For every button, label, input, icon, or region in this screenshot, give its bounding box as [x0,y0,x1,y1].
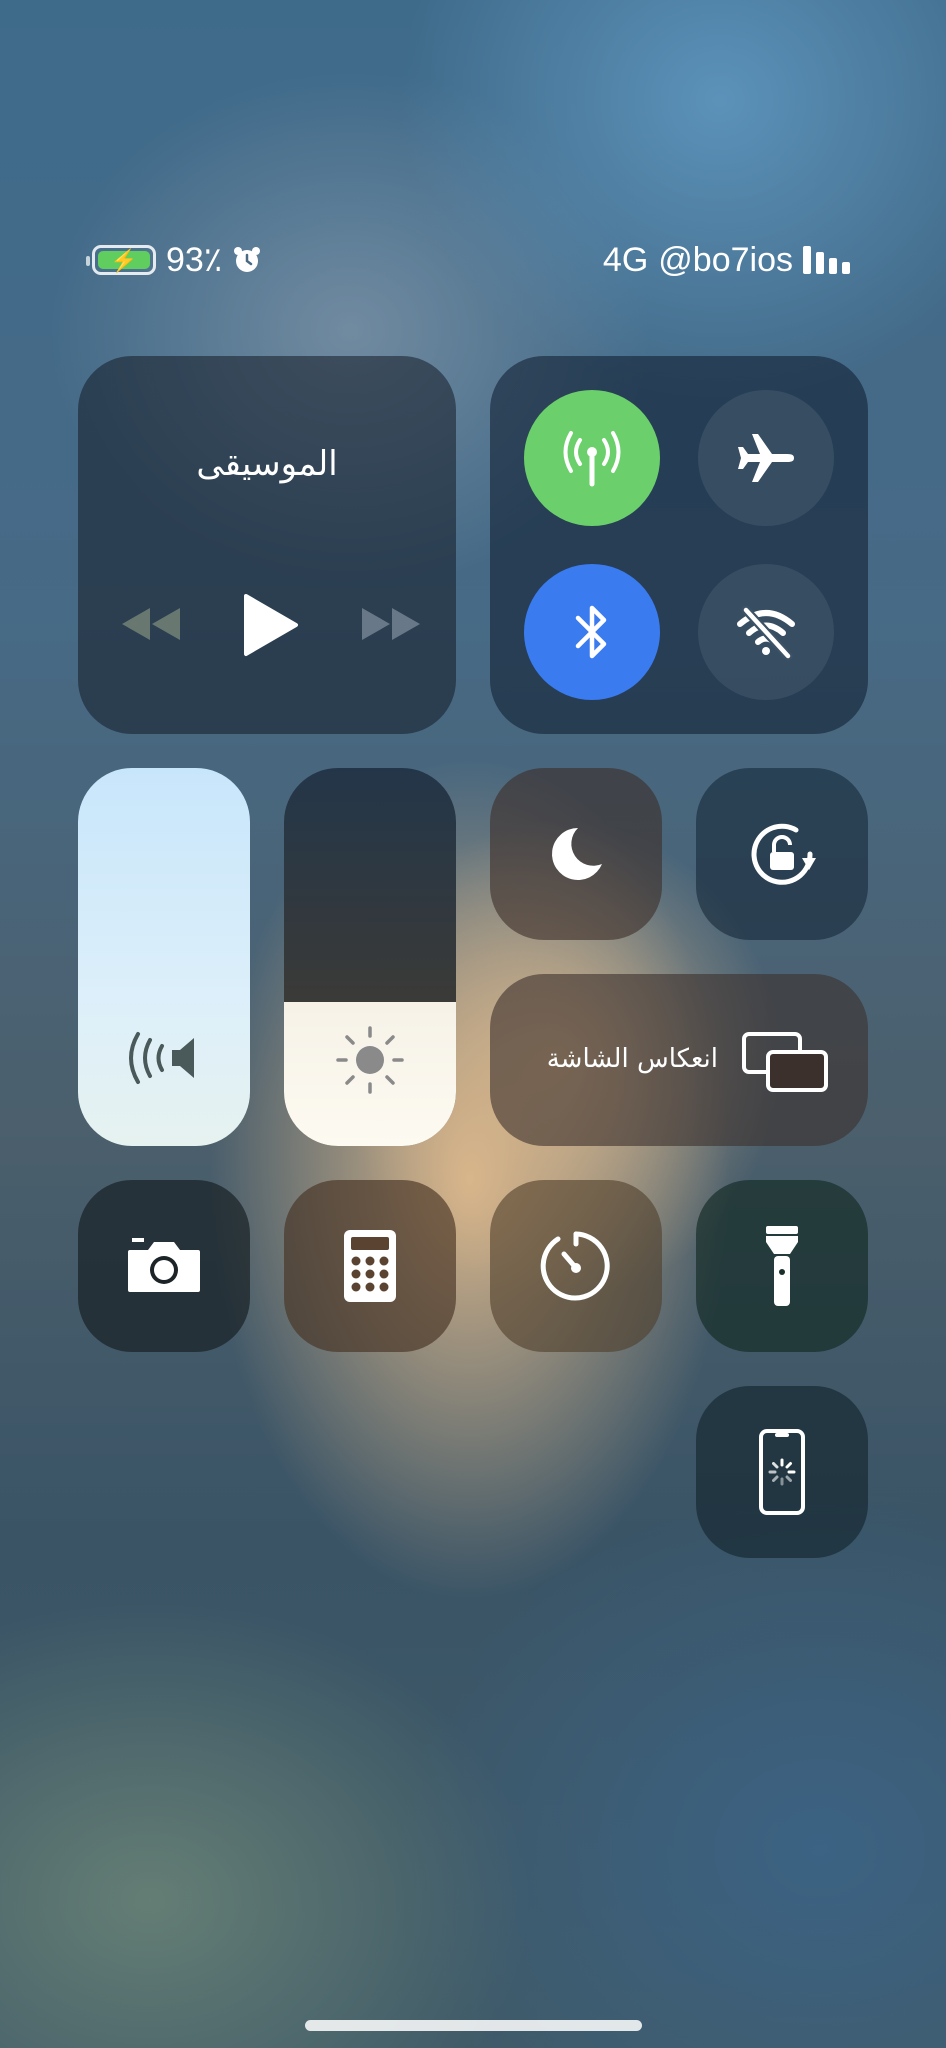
connectivity-tile [490,356,868,734]
calculator-button[interactable] [284,1180,456,1352]
brightness-slider[interactable] [284,768,456,1146]
carrier-name: @bo7ios [658,240,793,279]
moon-icon [552,828,602,880]
forward-icon[interactable] [358,604,424,644]
battery-percent: 93٪ [166,241,223,279]
wifi-toggle[interactable] [698,564,834,700]
home-indicator[interactable] [305,2020,642,2031]
cellular-data-toggle[interactable] [524,390,660,526]
volume-slider[interactable] [78,768,250,1146]
screen-mirroring-label: انعكاس الشاشة [546,1044,718,1074]
calculator-icon [344,1230,396,1302]
bluetooth-toggle[interactable] [524,564,660,700]
flashlight-button[interactable] [696,1180,868,1352]
battery-icon: ⚡ [86,245,156,275]
screen-recording-icon [759,1429,805,1515]
screen-mirroring-icon [742,1032,828,1092]
cellular-antenna-icon [563,431,621,487]
play-icon[interactable] [242,592,300,658]
sun-icon [336,1026,404,1094]
timer-icon [540,1231,610,1301]
airplane-mode-toggle[interactable] [698,390,834,526]
flashlight-icon [766,1226,798,1306]
status-bar-right: 4G @bo7ios [603,232,850,288]
signal-strength-icon [803,246,850,274]
backward-icon[interactable] [118,604,184,644]
network-type: 4G [602,240,649,279]
music-player-tile[interactable]: الموسيقى [78,356,456,734]
wifi-off-icon [737,605,795,661]
screen-mirroring-button[interactable]: انعكاس الشاشة [490,974,868,1146]
timer-button[interactable] [490,1180,662,1352]
speaker-volume-icon [129,1032,194,1084]
status-bar-left: ⚡ 93٪ [86,232,262,288]
camera-icon [128,1238,200,1292]
alarm-icon [234,247,261,272]
rotation-lock-icon [751,823,816,885]
bluetooth-icon [575,605,607,659]
screen-recording-button[interactable] [696,1386,868,1558]
camera-button[interactable] [78,1180,250,1352]
orientation-lock-toggle[interactable] [696,768,868,940]
do-not-disturb-toggle[interactable] [490,768,662,940]
music-title: الموسيقى [196,444,338,484]
airplane-icon [738,434,794,482]
